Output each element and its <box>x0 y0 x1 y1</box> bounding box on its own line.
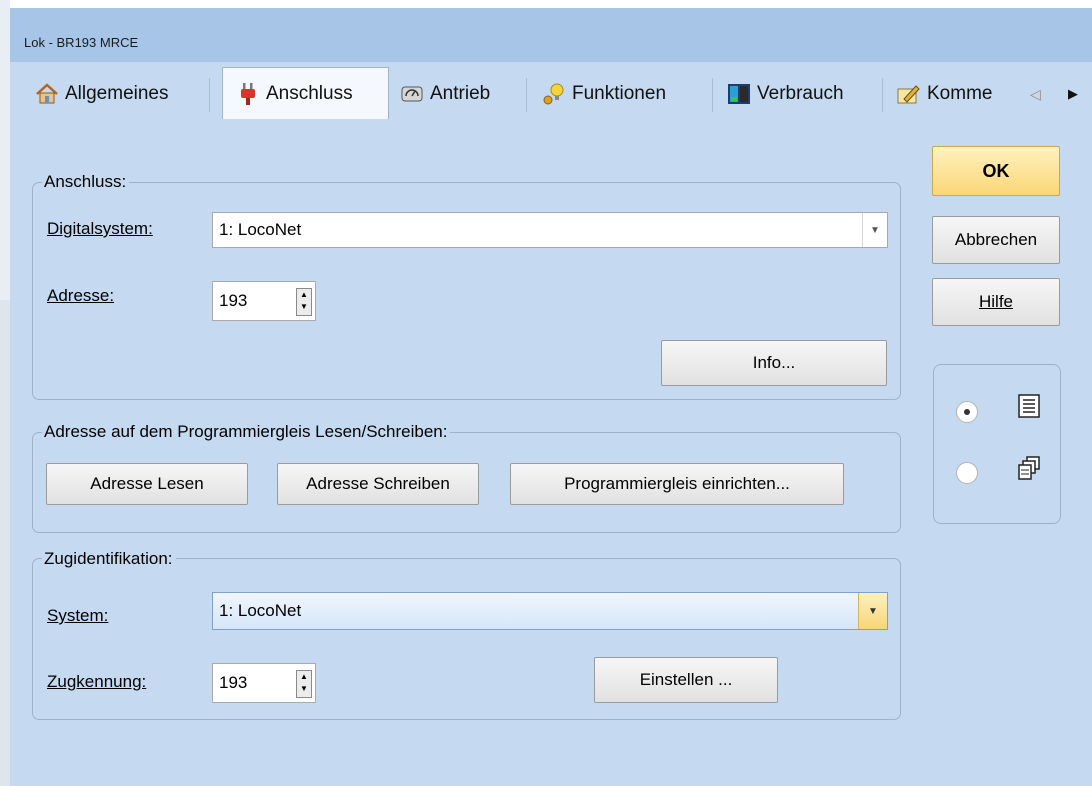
tab-separator <box>882 78 883 112</box>
digitalsystem-value: 1: LocoNet <box>219 220 302 239</box>
zugidentifikation-legend: Zugidentifikation: <box>42 549 176 569</box>
tab-anschluss[interactable]: Anschluss <box>222 67 389 119</box>
zugkennung-label: Zugkennung: <box>47 672 147 691</box>
tab-scroll-left-icon[interactable]: ◁ <box>1030 72 1041 116</box>
chevron-down-icon[interactable]: ▼ <box>862 213 887 247</box>
tab-separator <box>712 78 713 112</box>
tab-kommentar[interactable]: Komme <box>896 72 1020 116</box>
programmiergleis-legend: Adresse auf dem Programmiergleis Lesen/S… <box>42 422 451 442</box>
lightbulb-icon <box>541 81 567 107</box>
help-button[interactable]: Hilfe <box>932 278 1060 326</box>
tab-antrieb[interactable]: Antrieb <box>399 72 490 116</box>
radio-selected-dot <box>964 409 970 415</box>
adresse-label: Adresse: <box>47 286 115 305</box>
tab-label: Funktionen <box>572 83 667 104</box>
tile-view-radio[interactable] <box>956 462 978 484</box>
adresse-schreiben-button[interactable]: Adresse Schreiben <box>277 463 479 505</box>
system-value: 1: LocoNet <box>219 601 302 620</box>
title-bar: Lok - BR193 MRCE <box>10 8 1092 62</box>
einstellen-label: Einstellen ... <box>639 670 733 689</box>
tab-label: Komme <box>927 83 993 104</box>
adresse-stepper[interactable]: ▲ ▼ <box>296 288 312 316</box>
tab-label: Verbrauch <box>757 83 844 104</box>
info-button[interactable]: Info... <box>661 340 887 386</box>
list-view-radio[interactable] <box>956 401 978 423</box>
desktop-edge-bottom <box>0 300 10 786</box>
zugkennung-input[interactable]: 193 ▲ ▼ <box>212 663 316 703</box>
plug-icon <box>235 81 261 107</box>
digitalsystem-select[interactable]: 1: LocoNet ▼ <box>212 212 888 248</box>
view-options-box <box>933 364 1061 524</box>
system-label: System: <box>47 606 109 625</box>
tab-separator <box>526 78 527 112</box>
desktop-edge-top <box>0 0 10 300</box>
tab-label: Allgemeines <box>65 83 169 104</box>
pencil-note-icon <box>896 81 922 107</box>
list-view-icon <box>1015 392 1043 425</box>
tab-separator <box>209 78 210 112</box>
engine-icon <box>399 81 425 107</box>
system-select[interactable]: 1: LocoNet ▼ <box>212 592 888 630</box>
programmiergleis-einrichten-button[interactable]: Programmiergleis einrichten... <box>510 463 844 505</box>
dialog-window: Lok - BR193 MRCE Allgemeines Anschluss A… <box>10 8 1092 786</box>
tile-view-icon <box>1015 454 1043 487</box>
meter-icon <box>726 81 752 107</box>
adresse-value: 193 <box>219 291 248 310</box>
tab-allgemeines[interactable]: Allgemeines <box>34 72 169 116</box>
cancel-button[interactable]: Abbrechen <box>932 216 1060 264</box>
zugkennung-stepper[interactable]: ▲ ▼ <box>296 670 312 698</box>
ok-button[interactable]: OK <box>932 146 1060 196</box>
tab-label: Anschluss <box>266 82 353 104</box>
adresse-input[interactable]: 193 ▲ ▼ <box>212 281 316 321</box>
tab-verbrauch[interactable]: Verbrauch <box>726 72 844 116</box>
tab-funktionen[interactable]: Funktionen <box>541 72 666 116</box>
anschluss-legend: Anschluss: <box>42 172 130 192</box>
tab-label: Antrieb <box>430 83 491 104</box>
zugkennung-value: 193 <box>219 673 248 692</box>
einstellen-button[interactable]: Einstellen ... <box>594 657 778 703</box>
chevron-down-icon[interactable]: ▼ <box>858 593 887 629</box>
house-icon <box>34 81 60 107</box>
tab-scroll-right-icon[interactable]: ▶ <box>1068 72 1078 116</box>
digitalsystem-label: Digitalsystem: <box>47 219 153 238</box>
window-title: Lok - BR193 MRCE <box>24 35 139 50</box>
adresse-lesen-button[interactable]: Adresse Lesen <box>46 463 248 505</box>
